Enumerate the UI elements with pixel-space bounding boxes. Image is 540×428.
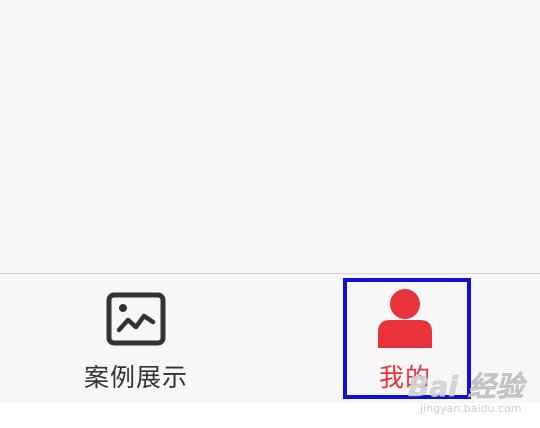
tab-case-showcase[interactable]: 案例展示 <box>56 274 216 403</box>
image-gallery-icon <box>106 292 166 346</box>
app-screen: 案例展示 我的 Bai 经验 jingyan.baidu.com <box>0 0 540 428</box>
bottom-tab-bar: 案例展示 我的 <box>0 273 540 403</box>
tab-mine-label: 我的 <box>378 363 431 392</box>
bottom-strip <box>0 403 540 428</box>
tab-case-showcase-label: 案例展示 <box>83 363 188 392</box>
tab-mine[interactable]: 我的 <box>330 274 480 403</box>
person-icon <box>375 288 435 350</box>
page-content-area <box>0 0 540 273</box>
